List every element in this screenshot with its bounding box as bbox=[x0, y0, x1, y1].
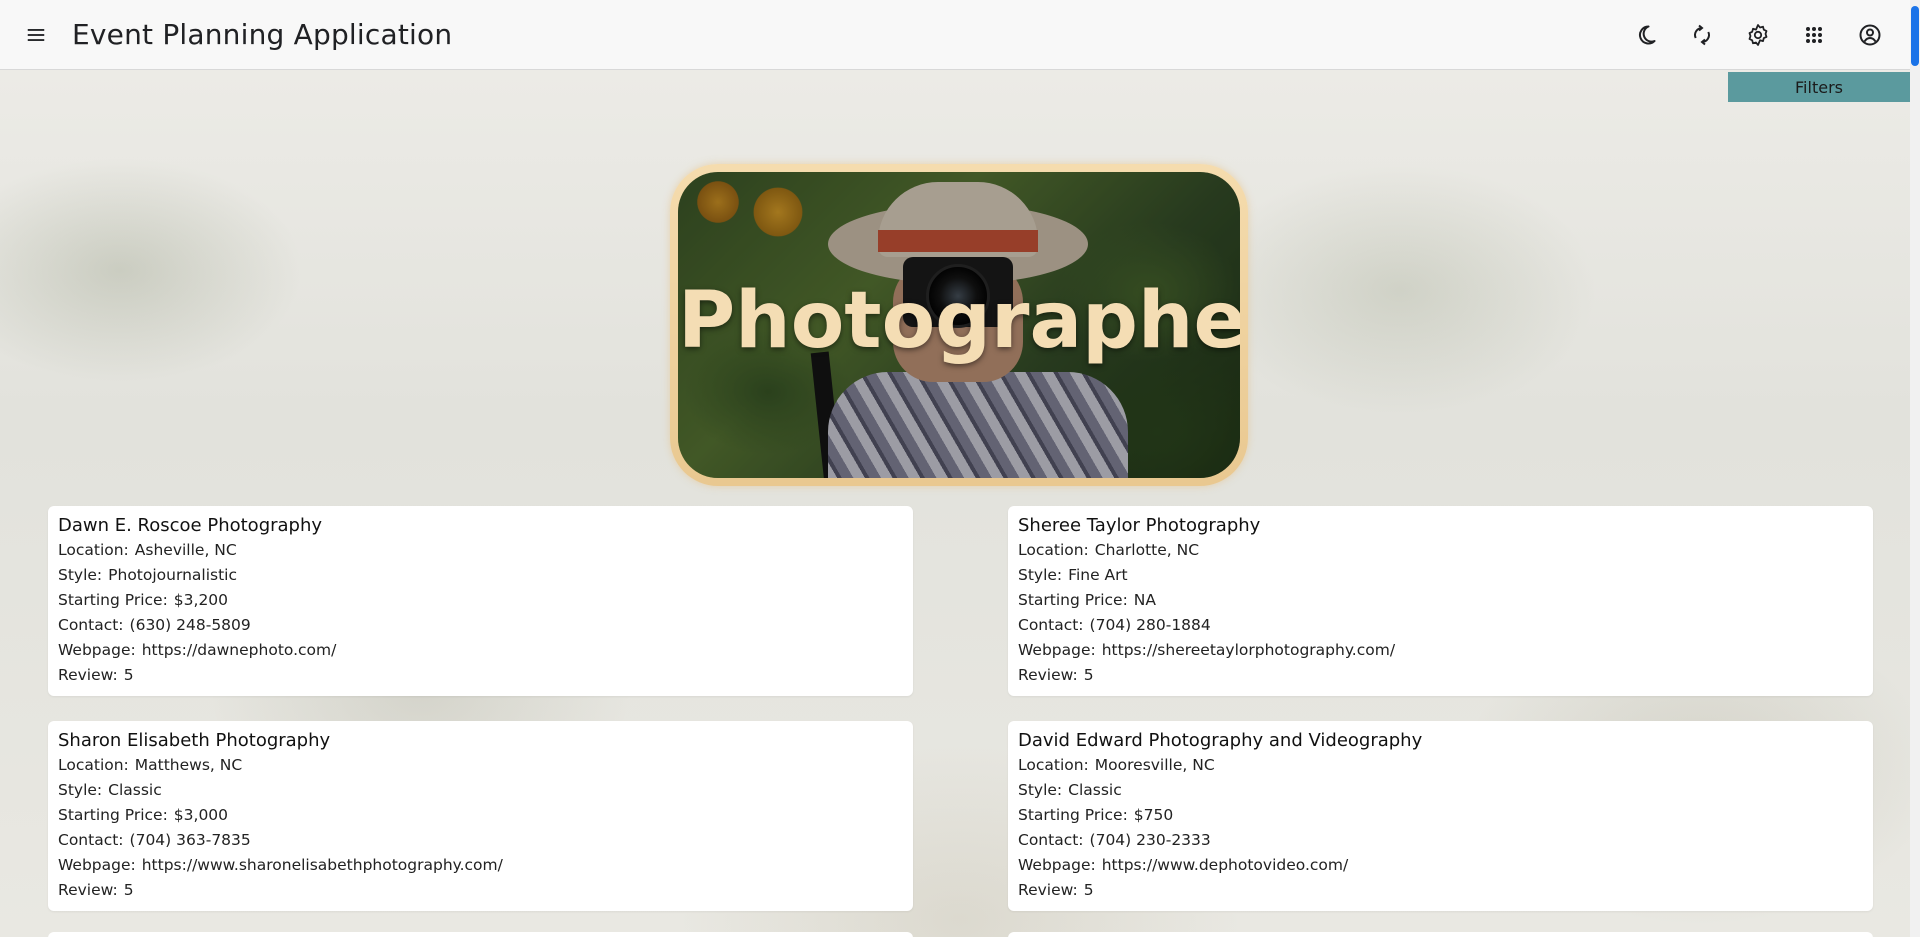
vendor-style: Style: Classic bbox=[58, 781, 162, 799]
vendor-location: Location: Matthews, NC bbox=[58, 756, 243, 774]
vendor-style: Style: Classic bbox=[1018, 781, 1122, 799]
vendor-review: Review: 5 bbox=[58, 881, 134, 899]
settings-button[interactable] bbox=[1740, 17, 1776, 53]
sync-icon bbox=[1694, 24, 1710, 46]
vendor-review: Review: 5 bbox=[58, 666, 134, 684]
vendor-review: Review: 5 bbox=[1018, 881, 1094, 899]
vendor-card-partial[interactable] bbox=[1008, 932, 1873, 937]
vendor-location: Location: Mooresville, NC bbox=[1018, 756, 1215, 774]
menu-button[interactable] bbox=[20, 19, 52, 51]
vendor-name: Sheree Taylor Photography bbox=[1018, 515, 1261, 536]
scrollbar-thumb[interactable] bbox=[1911, 6, 1919, 66]
hero-photo: Photographers bbox=[678, 172, 1240, 478]
vendor-price: Starting Price: NA bbox=[1018, 591, 1156, 609]
vendor-style: Style: Photojournalistic bbox=[58, 566, 237, 584]
vendor-webpage-link[interactable]: https://dawnephoto.com/ bbox=[142, 641, 337, 659]
vendor-webpage-link[interactable]: https://shereetaylorphotography.com/ bbox=[1102, 641, 1395, 659]
vendor-contact: Contact: (704) 280-1884 bbox=[1018, 616, 1211, 634]
moon-icon bbox=[1639, 25, 1656, 45]
vendor-webpage: Webpage: https://shereetaylorphotography.… bbox=[1018, 641, 1396, 659]
vendor-card[interactable]: Sheree Taylor Photography Location: Charl… bbox=[1008, 506, 1873, 696]
vendor-contact: Contact: (630) 248-5809 bbox=[58, 616, 251, 634]
vendor-name: Dawn E. Roscoe Photography bbox=[58, 515, 323, 536]
apps-button[interactable] bbox=[1796, 17, 1832, 53]
gear-icon bbox=[1748, 24, 1768, 46]
vendor-name: Sharon Elisabeth Photography bbox=[58, 730, 331, 751]
vendor-webpage: Webpage: https://www.sharonelisabethphoto… bbox=[58, 856, 503, 874]
vendor-location: Location: Charlotte, NC bbox=[1018, 541, 1200, 559]
app-title: Event Planning Application bbox=[72, 18, 453, 51]
filters-button[interactable]: Filters bbox=[1728, 72, 1910, 102]
vendor-price: Starting Price: $750 bbox=[1018, 806, 1174, 824]
vendor-webpage-link[interactable]: https://www.sharonelisabethphotography.c… bbox=[142, 856, 503, 874]
vendor-card[interactable]: David Edward Photography and Videography… bbox=[1008, 721, 1873, 911]
vendor-price: Starting Price: $3,200 bbox=[58, 591, 229, 609]
vendor-webpage: Webpage: https://www.dephotovideo.com/ bbox=[1018, 856, 1349, 874]
toolbar-actions bbox=[1628, 17, 1888, 53]
vendor-name: David Edward Photography and Videography bbox=[1018, 730, 1423, 751]
account-button[interactable] bbox=[1852, 17, 1888, 53]
vendor-webpage: Webpage: https://dawnephoto.com/ bbox=[58, 641, 337, 659]
vendor-card[interactable]: Dawn E. Roscoe Photography Location: Ashe… bbox=[48, 506, 913, 696]
vendor-card-partial[interactable] bbox=[48, 932, 913, 937]
apps-grid-icon bbox=[1806, 27, 1822, 43]
hero-banner: Photographers bbox=[670, 164, 1248, 486]
vendor-card[interactable]: Sharon Elisabeth Photography Location: Ma… bbox=[48, 721, 913, 911]
menu-icon bbox=[27, 28, 45, 41]
vendor-contact: Contact: (704) 230-2333 bbox=[1018, 831, 1211, 849]
vendor-webpage-link[interactable]: https://www.dephotovideo.com/ bbox=[1102, 856, 1349, 874]
top-app-bar: Event Planning Application bbox=[0, 0, 1910, 70]
vendor-style: Style: Fine Art bbox=[1018, 566, 1128, 584]
hero-title: Photographers bbox=[678, 276, 1240, 366]
dark-mode-button[interactable] bbox=[1628, 17, 1664, 53]
vendor-price: Starting Price: $3,000 bbox=[58, 806, 229, 824]
page-scrollbar[interactable] bbox=[1910, 0, 1920, 937]
vendor-review: Review: 5 bbox=[1018, 666, 1094, 684]
account-circle-icon bbox=[1859, 24, 1881, 46]
vendor-location: Location: Asheville, NC bbox=[58, 541, 237, 559]
sync-button[interactable] bbox=[1684, 17, 1720, 53]
vendor-contact: Contact: (704) 363-7835 bbox=[58, 831, 251, 849]
